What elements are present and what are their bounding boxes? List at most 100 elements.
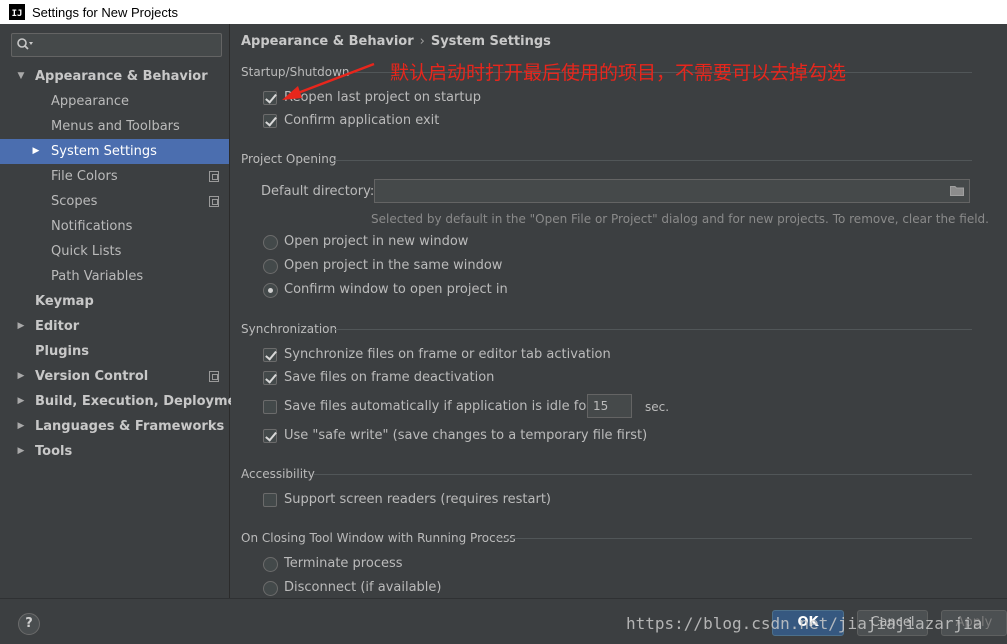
save-on-deactivation-option[interactable]: Save files on frame deactivation bbox=[263, 368, 494, 388]
synchronization-section-title: Synchronization bbox=[241, 322, 338, 336]
sidebar-item-version-control[interactable]: ▶ Version Control bbox=[0, 364, 229, 389]
sidebar-item-label: Menus and Toolbars bbox=[51, 119, 180, 134]
sidebar-item-file-colors[interactable]: File Colors bbox=[0, 164, 229, 189]
disconnect-radio[interactable] bbox=[263, 580, 278, 596]
section-divider bbox=[334, 160, 972, 161]
search-icon bbox=[16, 37, 33, 53]
help-button[interactable]: ? bbox=[18, 613, 40, 635]
screen-readers-option[interactable]: Support screen readers (requires restart… bbox=[263, 490, 551, 510]
confirm-exit-label: Confirm application exit bbox=[284, 113, 440, 128]
reopen-last-project-option[interactable]: Reopen last project on startup bbox=[263, 88, 481, 108]
reopen-last-project-checkbox[interactable] bbox=[263, 91, 277, 105]
sidebar-item-label: Languages & Frameworks bbox=[35, 419, 225, 434]
confirm-window-option[interactable]: Confirm window to open project in bbox=[263, 280, 508, 300]
collapsed-arrow-icon[interactable]: ▶ bbox=[15, 439, 27, 464]
open-in-same-window-label: Open project in the same window bbox=[284, 258, 503, 273]
collapsed-arrow-icon[interactable]: ▶ bbox=[15, 364, 27, 389]
annotation-note: 默认启动时打开最后使用的项目，不需要可以去掉勾选 bbox=[390, 62, 847, 84]
collapsed-arrow-icon[interactable]: ▶ bbox=[30, 139, 42, 164]
sidebar-item-quick-lists[interactable]: Quick Lists bbox=[0, 239, 229, 264]
expanded-arrow-icon[interactable]: ▼ bbox=[15, 64, 27, 89]
collapsed-arrow-icon[interactable]: ▶ bbox=[15, 314, 27, 339]
sidebar-item-label: Version Control bbox=[35, 369, 149, 384]
default-directory-label: Default directory: bbox=[261, 184, 375, 199]
sidebar-item-notifications[interactable]: Notifications bbox=[0, 214, 229, 239]
save-on-deactivation-checkbox[interactable] bbox=[263, 371, 277, 385]
confirm-exit-option[interactable]: Confirm application exit bbox=[263, 111, 439, 131]
sidebar-item-appearance-behavior[interactable]: ▼ Appearance & Behavior bbox=[0, 64, 229, 89]
idle-seconds-unit: sec. bbox=[645, 400, 670, 414]
save-on-deactivation-label: Save files on frame deactivation bbox=[284, 370, 495, 385]
section-divider bbox=[334, 329, 972, 330]
screen-readers-checkbox[interactable] bbox=[263, 493, 277, 507]
sidebar-item-label: System Settings bbox=[51, 144, 157, 159]
sidebar-item-label: Notifications bbox=[51, 219, 133, 234]
sync-files-checkbox[interactable] bbox=[263, 348, 277, 362]
accessibility-section-title: Accessibility bbox=[241, 467, 315, 481]
window-title: Settings for New Projects bbox=[32, 4, 178, 20]
closing-tool-window-section-title: On Closing Tool Window with Running Proc… bbox=[241, 531, 516, 545]
sidebar-item-editor[interactable]: ▶ Editor bbox=[0, 314, 229, 339]
project-scope-icon bbox=[209, 196, 219, 207]
open-in-same-window-radio[interactable] bbox=[263, 258, 278, 274]
safe-write-option[interactable]: Use "safe write" (save changes to a temp… bbox=[263, 426, 647, 446]
sync-files-option[interactable]: Synchronize files on frame or editor tab… bbox=[263, 345, 611, 365]
project-scope-icon bbox=[209, 171, 219, 182]
sidebar-item-label: Editor bbox=[35, 319, 80, 334]
sidebar-item-label: Path Variables bbox=[51, 269, 144, 284]
sidebar-item-label: Appearance & Behavior bbox=[35, 69, 208, 84]
sync-files-label: Synchronize files on frame or editor tab… bbox=[284, 347, 611, 362]
open-in-new-window-option[interactable]: Open project in new window bbox=[263, 232, 468, 252]
sidebar-item-system-settings[interactable]: ▶ System Settings bbox=[0, 139, 229, 164]
disconnect-option[interactable]: Disconnect (if available) bbox=[263, 578, 442, 598]
section-divider bbox=[313, 474, 972, 475]
open-in-same-window-option[interactable]: Open project in the same window bbox=[263, 256, 502, 276]
sidebar-item-keymap[interactable]: Keymap bbox=[0, 289, 229, 314]
sidebar-item-label: Scopes bbox=[51, 194, 98, 209]
safe-write-label: Use "safe write" (save changes to a temp… bbox=[284, 428, 648, 443]
sidebar-item-label: Keymap bbox=[35, 294, 94, 309]
breadcrumb-current: System Settings bbox=[430, 34, 551, 49]
window-titlebar: IJ Settings for New Projects bbox=[0, 0, 1007, 24]
open-in-new-window-radio[interactable] bbox=[263, 234, 278, 250]
breadcrumb-separator: › bbox=[419, 34, 425, 49]
save-when-idle-checkbox[interactable] bbox=[263, 400, 277, 414]
save-when-idle-option[interactable]: Save files automatically if application … bbox=[263, 397, 592, 417]
sidebar-item-appearance[interactable]: Appearance bbox=[0, 89, 229, 114]
intellij-app-icon: IJ bbox=[9, 4, 25, 20]
sidebar-item-build-execution-deployment[interactable]: ▶ Build, Execution, Deployment bbox=[0, 389, 252, 414]
confirm-window-radio[interactable] bbox=[263, 282, 278, 298]
disconnect-label: Disconnect (if available) bbox=[284, 580, 442, 595]
settings-search-input[interactable] bbox=[11, 33, 222, 57]
collapsed-arrow-icon[interactable]: ▶ bbox=[15, 389, 27, 414]
terminate-process-label: Terminate process bbox=[284, 556, 403, 571]
sidebar-item-menus-and-toolbars[interactable]: Menus and Toolbars bbox=[0, 114, 229, 139]
folder-icon[interactable] bbox=[950, 185, 964, 196]
sidebar-item-plugins[interactable]: Plugins bbox=[0, 339, 229, 364]
terminate-process-option[interactable]: Terminate process bbox=[263, 554, 403, 574]
open-in-new-window-label: Open project in new window bbox=[284, 234, 469, 249]
sidebar-item-label: File Colors bbox=[51, 169, 118, 184]
sidebar-item-tools[interactable]: ▶ Tools bbox=[0, 439, 229, 464]
confirm-window-label: Confirm window to open project in bbox=[284, 282, 508, 297]
sidebar-item-label: Plugins bbox=[35, 344, 89, 359]
sidebar-item-languages-frameworks[interactable]: ▶ Languages & Frameworks bbox=[0, 414, 229, 439]
settings-tree: ▼ Appearance & Behavior Appearance Menus an… bbox=[0, 64, 252, 464]
settings-sidebar: ▼ Appearance & Behavior Appearance Menus an… bbox=[0, 24, 252, 598]
default-directory-hint: Selected by default in the "Open File or… bbox=[371, 212, 989, 226]
sidebar-item-scopes[interactable]: Scopes bbox=[0, 189, 229, 214]
watermark-url: https://blog.csdn.net/jiajiajiazarjia bbox=[626, 614, 983, 633]
safe-write-checkbox[interactable] bbox=[263, 429, 277, 443]
confirm-exit-checkbox[interactable] bbox=[263, 114, 277, 128]
terminate-process-radio[interactable] bbox=[263, 556, 278, 572]
screen-readers-label: Support screen readers (requires restart… bbox=[284, 492, 551, 507]
settings-content-panel: Appearance & Behavior › System Settings St… bbox=[231, 24, 1007, 598]
sidebar-item-label: Build, Execution, Deployment bbox=[35, 394, 252, 409]
default-directory-input[interactable] bbox=[374, 179, 970, 203]
project-scope-icon bbox=[209, 371, 219, 382]
collapsed-arrow-icon[interactable]: ▶ bbox=[15, 414, 27, 439]
sidebar-item-path-variables[interactable]: Path Variables bbox=[0, 264, 229, 289]
sidebar-item-label: Quick Lists bbox=[51, 244, 122, 259]
idle-seconds-input[interactable]: 15 bbox=[587, 394, 632, 418]
breadcrumb-parent[interactable]: Appearance & Behavior bbox=[241, 34, 414, 49]
